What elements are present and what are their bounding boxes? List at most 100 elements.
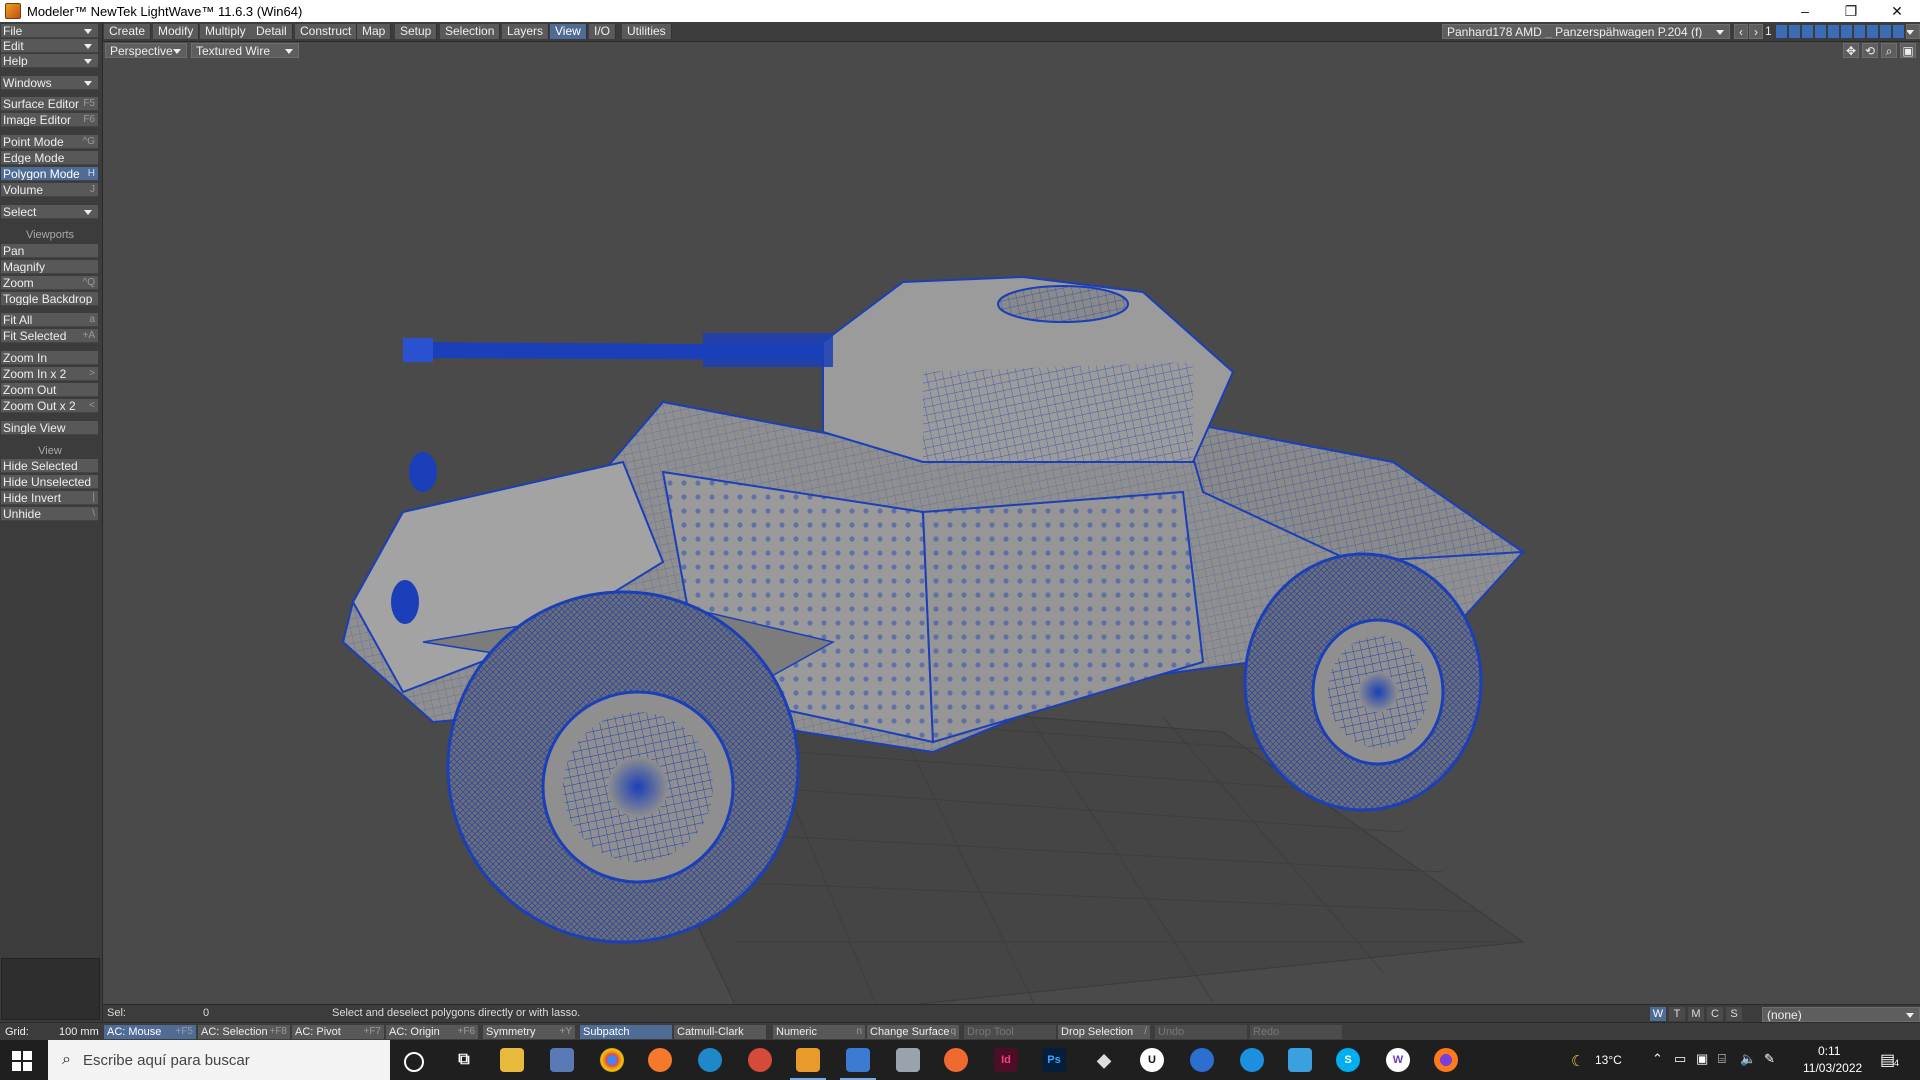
tab-modify[interactable]: Modify	[153, 24, 200, 39]
pan-button[interactable]: Pan	[1, 244, 98, 258]
undo-button[interactable]: Undo	[1155, 1025, 1247, 1039]
polygon-mode-button[interactable]: Polygon Mode H	[1, 167, 98, 181]
perspective-viewport[interactable]: Perspective Textured Wire ✥ ⟲ ⌕ ▣	[103, 42, 1920, 1004]
unhide-button[interactable]: Unhide \	[1, 507, 98, 521]
ac-mouse-button[interactable]: AC: Mouse +F5	[104, 1025, 196, 1039]
tab-create[interactable]: Create	[104, 24, 152, 39]
tab-selection[interactable]: Selection	[440, 24, 501, 39]
wtmcs-m-button[interactable]: M	[1688, 1007, 1704, 1021]
hide-selected-button[interactable]: Hide Selected	[1, 459, 98, 473]
layer-slot[interactable]	[1776, 25, 1787, 38]
toggle-backdrop-button[interactable]: Toggle Backdrop	[1, 292, 98, 306]
tray-chevron-icon[interactable]: ⌃	[1652, 1051, 1663, 1067]
battery-icon[interactable]: ▭	[1674, 1051, 1686, 1067]
hide-invert-button[interactable]: Hide Invert |	[1, 491, 98, 505]
wtmcs-t-button[interactable]: T	[1669, 1007, 1685, 1021]
layer-slot[interactable]	[1867, 25, 1878, 38]
edit-menu-button[interactable]: Edit	[1, 39, 98, 53]
blender-icon[interactable]	[648, 1048, 672, 1072]
app-window-icon[interactable]	[1288, 1048, 1312, 1072]
tray-app-icon[interactable]: ▣	[1696, 1051, 1708, 1067]
firefox-dev-icon[interactable]	[944, 1048, 968, 1072]
photoshop-icon[interactable]: Ps	[1042, 1048, 1066, 1072]
notification-icon[interactable]: ▤	[1880, 1050, 1895, 1070]
indesign-icon[interactable]: Id	[994, 1048, 1018, 1072]
wtmcs-c-button[interactable]: C	[1707, 1007, 1723, 1021]
windows-start-icon[interactable]	[12, 1051, 32, 1071]
image-viewer-icon[interactable]	[896, 1048, 920, 1072]
ac-pivot-button[interactable]: AC: Pivot +F7	[292, 1025, 384, 1039]
tab-construct[interactable]: Construct	[295, 24, 358, 39]
layer-slot[interactable]	[1880, 25, 1891, 38]
minimize-icon[interactable]: –	[1782, 0, 1828, 22]
layer-slot[interactable]	[1815, 25, 1826, 38]
ac-selection-button[interactable]: AC: Selection +F8	[198, 1025, 290, 1039]
app-red-icon[interactable]	[748, 1048, 772, 1072]
tab-layers[interactable]: Layers	[502, 24, 550, 39]
numeric-button[interactable]: Numeric n	[773, 1025, 865, 1039]
zoom-out-x2-button[interactable]: Zoom Out x 2 <	[1, 399, 98, 413]
tab-io[interactable]: I/O	[589, 24, 617, 39]
task-view-icon[interactable]: ⧉	[452, 1048, 476, 1072]
cortana-icon[interactable]	[404, 1052, 424, 1072]
hide-unselected-button[interactable]: Hide Unselected	[1, 475, 98, 489]
wtmcs-w-button[interactable]: W	[1650, 1007, 1666, 1021]
app-sync-icon[interactable]	[1240, 1048, 1264, 1072]
lightwave-modeler-icon[interactable]	[840, 1048, 876, 1080]
magnify-button[interactable]: Magnify	[1, 260, 98, 274]
layer-slot[interactable]	[1789, 25, 1800, 38]
ac-origin-button[interactable]: AC: Origin +F6	[386, 1025, 478, 1039]
zoom-out-button[interactable]: Zoom Out	[1, 383, 98, 397]
object-selector-dropdown[interactable]: Panhard178 AMD _ Panzerspähwagen P.204 (…	[1442, 24, 1730, 39]
symmetry-button[interactable]: Symmetry +Y	[483, 1025, 575, 1039]
pen-icon[interactable]: ✎	[1764, 1051, 1775, 1067]
app-w-icon[interactable]: W	[1386, 1048, 1410, 1072]
drop-tool-button[interactable]: Drop Tool	[964, 1025, 1056, 1039]
zoom-in-x2-button[interactable]: Zoom In x 2 >	[1, 367, 98, 381]
network-icon[interactable]: ⌸	[1718, 1051, 1726, 1067]
file-explorer-icon[interactable]	[500, 1048, 524, 1072]
firefox-icon[interactable]	[1434, 1048, 1458, 1072]
change-surface-button[interactable]: Change Surface q	[867, 1025, 959, 1039]
lightwave-layout-icon[interactable]	[790, 1048, 826, 1080]
chrome-icon[interactable]	[600, 1048, 624, 1072]
single-view-button[interactable]: Single View	[1, 421, 98, 435]
app-blue-icon[interactable]	[1190, 1048, 1214, 1072]
file-menu-button[interactable]: File	[1, 24, 98, 38]
subpatch-button[interactable]: Subpatch	[580, 1025, 672, 1039]
next-layer-icon[interactable]: ›	[1749, 24, 1763, 39]
tab-setup[interactable]: Setup	[395, 24, 438, 39]
skype-icon[interactable]: S	[1336, 1048, 1360, 1072]
clock-date[interactable]: 11/03/2022	[1803, 1061, 1862, 1075]
tab-utilities[interactable]: Utilities	[622, 24, 672, 39]
tab-detail[interactable]: Detail	[251, 24, 293, 39]
catmull-clark-dropdown[interactable]: Catmull-Clark	[674, 1025, 766, 1039]
layer-slot[interactable]	[1893, 25, 1904, 38]
browser-icon[interactable]	[698, 1048, 722, 1072]
tab-map[interactable]: Map	[357, 24, 392, 39]
fit-selected-button[interactable]: Fit Selected +A	[1, 329, 98, 343]
unreal-icon[interactable]: U	[1140, 1048, 1164, 1072]
weather-icon[interactable]: ☾	[1571, 1052, 1584, 1070]
layer-bank-dropdown[interactable]	[1906, 24, 1920, 39]
unity-icon[interactable]: ◆	[1092, 1048, 1116, 1072]
clock-time[interactable]: 0:11	[1818, 1044, 1840, 1058]
taskbar-search-box[interactable]: ⌕ Escribe aquí para buscar	[48, 1040, 390, 1080]
drop-selection-button[interactable]: Drop Selection /	[1058, 1025, 1150, 1039]
calculator-icon[interactable]	[550, 1048, 574, 1072]
tab-multiply[interactable]: Multiply	[200, 24, 252, 39]
redo-button[interactable]: Redo	[1250, 1025, 1342, 1039]
restore-icon[interactable]: ❐	[1828, 0, 1874, 22]
help-menu-button[interactable]: Help	[1, 54, 98, 68]
surface-dropdown[interactable]: (none)	[1762, 1007, 1920, 1022]
wtmcs-s-button[interactable]: S	[1726, 1007, 1742, 1021]
layer-bank[interactable]	[1776, 25, 1904, 38]
layer-slot[interactable]	[1828, 25, 1839, 38]
fit-all-button[interactable]: Fit All a	[1, 313, 98, 327]
layer-slot[interactable]	[1841, 25, 1852, 38]
weather-temperature[interactable]: 13°C	[1595, 1053, 1622, 1067]
point-mode-button[interactable]: Point Mode ^G	[1, 135, 98, 149]
prev-layer-icon[interactable]: ‹	[1734, 24, 1748, 39]
surface-editor-button[interactable]: Surface Editor F5	[1, 97, 98, 111]
layer-slot[interactable]	[1802, 25, 1813, 38]
